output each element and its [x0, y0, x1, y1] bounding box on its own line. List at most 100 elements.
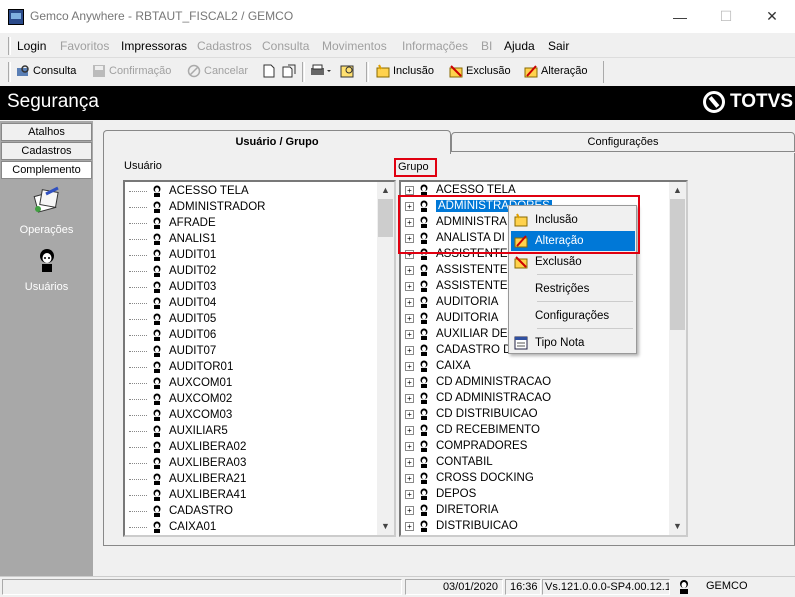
menu-consulta[interactable]: Consulta	[262, 39, 309, 53]
group-tree-item[interactable]: + AUDITORIA	[405, 310, 498, 326]
group-tree-item[interactable]: + CD ADMINISTRACAO	[405, 374, 551, 390]
expand-icon[interactable]: +	[405, 377, 414, 387]
expand-icon[interactable]: +	[405, 473, 414, 483]
user-tree-item[interactable]: AUXLIBERA21	[129, 471, 246, 487]
maximize-button[interactable]: ☐	[703, 0, 749, 33]
menu-informacoes[interactable]: Informações	[402, 39, 468, 53]
expand-icon[interactable]: +	[405, 505, 414, 515]
minimize-button[interactable]: —	[657, 0, 703, 33]
sidebar-tab-complemento[interactable]: Complemento	[1, 161, 92, 179]
ctx-restricoes[interactable]: Restrições	[511, 279, 635, 299]
user-tree-item[interactable]: AUDIT01	[129, 247, 216, 263]
group-tree-item[interactable]: + AUXILIAR DE	[405, 326, 508, 342]
scroll-thumb[interactable]	[378, 199, 393, 237]
expand-icon[interactable]: +	[405, 489, 414, 499]
close-button[interactable]: ✕	[749, 0, 795, 33]
expand-icon[interactable]: +	[405, 361, 414, 371]
menu-ajuda[interactable]: Ajuda	[504, 39, 535, 53]
alteracao-button[interactable]: Alteração	[524, 64, 587, 78]
scroll-down-icon[interactable]: ▼	[669, 518, 686, 535]
expand-icon[interactable]: +	[405, 457, 414, 467]
user-tree-item[interactable]: AUXLIBERA03	[129, 455, 246, 471]
expand-icon[interactable]: +	[405, 521, 414, 531]
expand-icon[interactable]: +	[405, 281, 414, 291]
group-tree-item[interactable]: + AUDITORIA	[405, 294, 498, 310]
group-tree-item[interactable]: + CONTABIL	[405, 454, 493, 470]
menu-login[interactable]: Login	[17, 39, 46, 53]
group-tree-item[interactable]: + DEPOS	[405, 486, 476, 502]
user-tree-item[interactable]: AUXCOM02	[129, 391, 232, 407]
expand-icon[interactable]: +	[405, 313, 414, 323]
user-tree-item[interactable]: AUDIT02	[129, 263, 216, 279]
expand-icon[interactable]: +	[405, 265, 414, 275]
menu-cadastros[interactable]: Cadastros	[197, 39, 252, 53]
expand-icon[interactable]: +	[405, 329, 414, 339]
user-tree[interactable]: ACESSO TELA ADMINISTRADOR AFRADE ANALIS1 AUD…	[123, 180, 396, 537]
user-tree-item[interactable]: AUXLIBERA41	[129, 487, 246, 503]
sidebar-item-usuarios[interactable]: Usuários	[0, 281, 93, 293]
inclusao-button[interactable]: Inclusão	[376, 64, 434, 78]
menu-bi[interactable]: BI	[481, 39, 492, 53]
scroll-thumb[interactable]	[670, 199, 685, 330]
scroll-up-icon[interactable]: ▲	[377, 182, 394, 199]
sidebar-tab-atalhos[interactable]: Atalhos	[1, 123, 92, 141]
cancelar-button[interactable]: Cancelar	[187, 64, 248, 78]
user-tree-item[interactable]: ANALIS1	[129, 231, 216, 247]
group-tree-item[interactable]: + CROSS DOCKING	[405, 470, 534, 486]
menu-sair[interactable]: Sair	[548, 39, 569, 53]
expand-icon[interactable]: +	[405, 297, 414, 307]
user-tree-item[interactable]: AUXCOM01	[129, 375, 232, 391]
user-scrollbar[interactable]: ▲ ▼	[377, 182, 394, 535]
menu-impressoras[interactable]: Impressoras	[121, 39, 187, 53]
tab-usuario-grupo[interactable]: Usuário / Grupo	[103, 130, 451, 154]
user-tree-item[interactable]: AUDIT04	[129, 295, 216, 311]
menu-movimentos[interactable]: Movimentos	[322, 39, 387, 53]
new-document-icon[interactable]	[262, 64, 276, 78]
user-tree-item[interactable]: AUDIT03	[129, 279, 216, 295]
user-tree-item[interactable]: CAIXA01	[129, 519, 216, 535]
group-tree-item[interactable]: + ASSISTENTE	[405, 262, 508, 278]
ctx-tipo-nota[interactable]: Tipo Nota	[511, 333, 635, 353]
group-tree-item[interactable]: + CD ADMINISTRACAO	[405, 390, 551, 406]
user-tree-item[interactable]: AUXILIAR5	[129, 423, 228, 439]
expand-icon[interactable]: +	[405, 345, 414, 355]
group-tree-item[interactable]: + DISTRIBUICAO	[405, 518, 518, 534]
sidebar-tab-cadastros[interactable]: Cadastros	[1, 142, 92, 160]
expand-icon[interactable]: +	[405, 441, 414, 451]
scroll-up-icon[interactable]: ▲	[669, 182, 686, 199]
group-tree-item[interactable]: + CD DISTRIBUICAO	[405, 406, 538, 422]
group-tree-item[interactable]: + DIRETORIA	[405, 502, 498, 518]
ctx-exclusao[interactable]: Exclusão	[511, 252, 635, 272]
group-tree-item[interactable]: + CD RECEBIMENTO	[405, 422, 540, 438]
user-tree-item[interactable]: AFRADE	[129, 215, 216, 231]
user-tree-item[interactable]: AUDIT06	[129, 327, 216, 343]
sidebar-item-operacoes[interactable]: Operações	[0, 224, 93, 236]
user-tree-item[interactable]: CADASTRO	[129, 503, 233, 519]
users-icon[interactable]	[32, 247, 62, 277]
expand-icon[interactable]: +	[405, 409, 414, 419]
consulta-button[interactable]: Consulta	[16, 64, 76, 78]
confirmacao-button[interactable]: Confirmação	[92, 64, 171, 78]
group-tree-item[interactable]: + ASSISTENTE	[405, 278, 508, 294]
operations-icon[interactable]	[32, 186, 62, 216]
user-tree-item[interactable]: AUXCOM03	[129, 407, 232, 423]
group-tree-item[interactable]: + COMPRADORES	[405, 438, 527, 454]
user-tree-item[interactable]: ACESSO TELA	[129, 183, 249, 199]
tab-configuracoes[interactable]: Configurações	[451, 132, 795, 152]
user-tree-item[interactable]: AUDIT05	[129, 311, 216, 327]
copy-document-icon[interactable]	[282, 64, 298, 78]
user-tree-item[interactable]: AUDIT07	[129, 343, 216, 359]
user-tree-item[interactable]: ADMINISTRADOR	[129, 199, 265, 215]
menu-favoritos[interactable]: Favoritos	[60, 39, 109, 53]
group-tree-item[interactable]: + CADASTRO D	[405, 342, 511, 358]
expand-icon[interactable]: +	[405, 425, 414, 435]
expand-icon[interactable]: +	[405, 185, 414, 195]
user-tree-item[interactable]: AUXLIBERA02	[129, 439, 246, 455]
preview-icon[interactable]	[340, 64, 356, 78]
expand-icon[interactable]: +	[405, 393, 414, 403]
group-scrollbar[interactable]: ▲ ▼	[669, 182, 686, 535]
group-tree-item[interactable]: + CAIXA	[405, 358, 471, 374]
user-tree-item[interactable]: AUDITOR01	[129, 359, 233, 375]
exclusao-button[interactable]: Exclusão	[449, 64, 511, 78]
print-icon[interactable]	[310, 64, 332, 78]
